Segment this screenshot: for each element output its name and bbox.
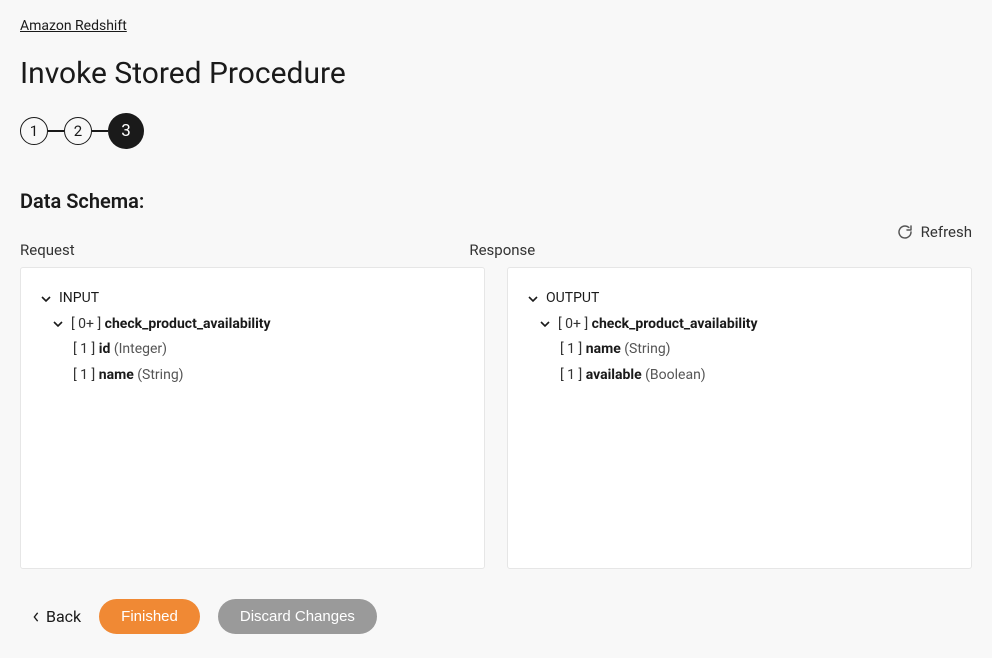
request-label: Request	[20, 241, 447, 259]
response-panel: OUTPUT [ 0+ ] check_product_availability…	[507, 267, 972, 569]
tree-field-text: [ 1 ] available (Boolean)	[560, 366, 706, 386]
response-label: Response	[469, 241, 896, 259]
step-connector	[48, 130, 64, 132]
tree-field[interactable]: [ 1 ] available (Boolean)	[528, 363, 951, 389]
page-title: Invoke Stored Procedure	[20, 56, 972, 91]
tree-item-text: [ 0+ ] check_product_availability	[71, 315, 271, 335]
step-2[interactable]: 2	[64, 117, 92, 145]
tree-field-text: [ 1 ] name (String)	[560, 340, 671, 360]
back-button[interactable]: Back	[32, 607, 81, 626]
tree-item-text: [ 0+ ] check_product_availability	[558, 315, 758, 335]
breadcrumb-link[interactable]: Amazon Redshift	[20, 18, 127, 34]
tree-root-input[interactable]: INPUT	[41, 286, 464, 312]
tree-root-label: INPUT	[59, 289, 99, 309]
tree-item[interactable]: [ 0+ ] check_product_availability	[41, 312, 464, 338]
refresh-icon	[897, 224, 913, 240]
step-3[interactable]: 3	[108, 113, 144, 149]
section-title: Data Schema:	[20, 189, 972, 213]
tree-field-text: [ 1 ] name (String)	[73, 366, 184, 386]
back-label: Back	[46, 607, 81, 626]
tree-field[interactable]: [ 1 ] name (String)	[41, 363, 464, 389]
tree-field[interactable]: [ 1 ] id (Integer)	[41, 337, 464, 363]
chevron-left-icon	[32, 607, 40, 626]
chevron-down-icon	[41, 294, 51, 304]
chevron-down-icon	[53, 319, 63, 329]
refresh-label: Refresh	[921, 223, 972, 241]
discard-changes-button[interactable]: Discard Changes	[218, 599, 377, 634]
tree-root-output[interactable]: OUTPUT	[528, 286, 951, 312]
stepper: 1 2 3	[20, 113, 972, 149]
tree-field[interactable]: [ 1 ] name (String)	[528, 337, 951, 363]
chevron-down-icon	[528, 294, 538, 304]
request-panel: INPUT [ 0+ ] check_product_availability …	[20, 267, 485, 569]
tree-item[interactable]: [ 0+ ] check_product_availability	[528, 312, 951, 338]
chevron-down-icon	[540, 319, 550, 329]
step-connector	[92, 130, 108, 132]
step-1[interactable]: 1	[20, 117, 48, 145]
finished-button[interactable]: Finished	[99, 599, 200, 634]
tree-field-text: [ 1 ] id (Integer)	[73, 340, 167, 360]
tree-root-label: OUTPUT	[546, 289, 599, 309]
refresh-button[interactable]: Refresh	[897, 223, 972, 241]
